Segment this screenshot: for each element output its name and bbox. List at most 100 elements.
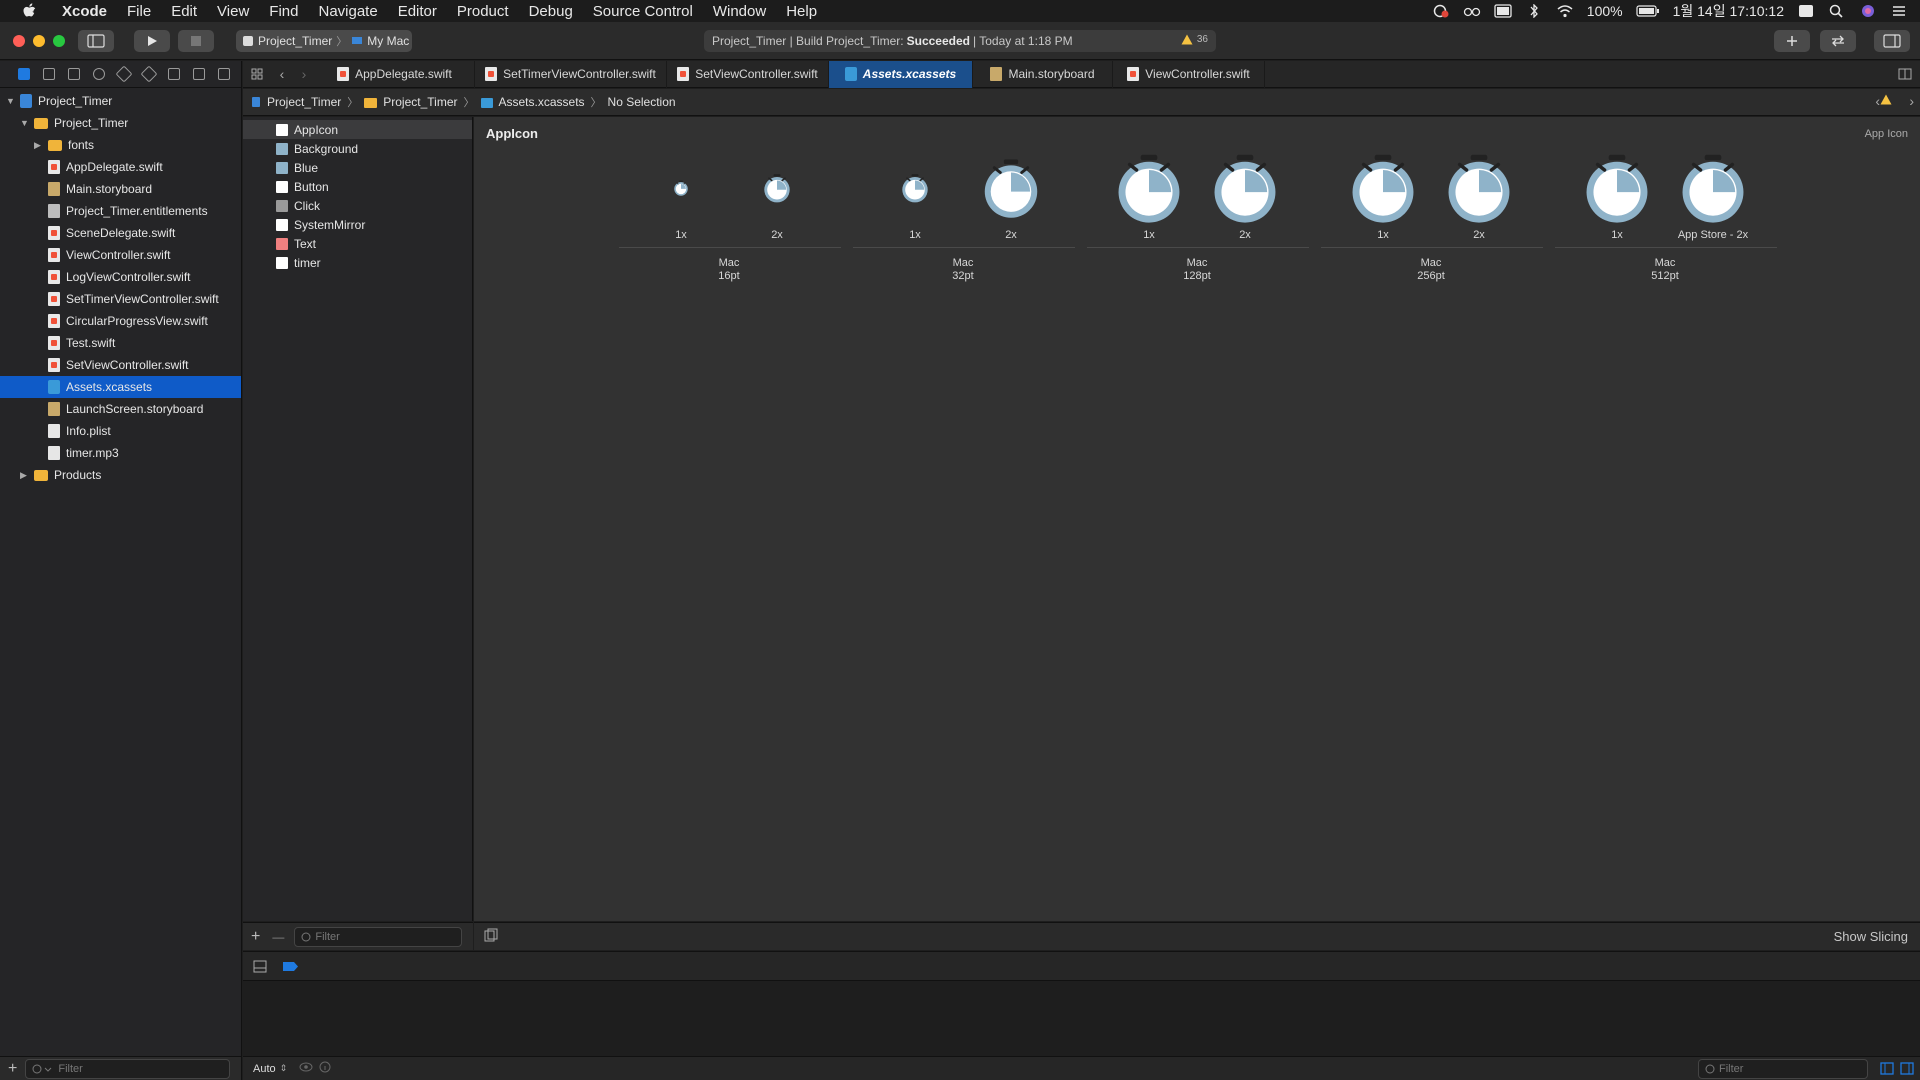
- editor-tab[interactable]: Main.storyboard: [973, 60, 1113, 88]
- display-icon[interactable]: [1494, 4, 1512, 18]
- asset-row[interactable]: Text: [243, 234, 472, 253]
- file-tree-row[interactable]: SceneDelegate.swift: [0, 222, 241, 244]
- source-control-icon[interactable]: [43, 68, 55, 80]
- file-tree-row[interactable]: SetTimerViewController.swift: [0, 288, 241, 310]
- timer-app-icon[interactable]: [980, 157, 1042, 219]
- timer-app-icon[interactable]: [1443, 152, 1515, 224]
- timer-app-icon[interactable]: [1581, 152, 1653, 224]
- menu-window[interactable]: Window: [703, 3, 776, 20]
- asset-row[interactable]: Button: [243, 177, 472, 196]
- asset-filter-field[interactable]: Filter: [294, 926, 463, 947]
- file-tree-row[interactable]: ▶ Products: [0, 464, 241, 486]
- show-console-view-icon[interactable]: [1900, 1062, 1914, 1078]
- editor-tab[interactable]: SetViewController.swift: [667, 60, 829, 88]
- toggle-attributes-icon[interactable]: [484, 928, 498, 945]
- wifi-icon[interactable]: [1556, 4, 1574, 18]
- control-center-icon[interactable]: [1890, 4, 1908, 18]
- timer-app-icon[interactable]: [1209, 152, 1281, 224]
- jumpbar-item-group[interactable]: Project_Timer: [383, 95, 457, 109]
- file-tree-row[interactable]: Main.storyboard: [0, 178, 241, 200]
- breakpoint-navigator-tag-icon[interactable]: [193, 68, 205, 80]
- scheme-selector[interactable]: Project_Timer 〉 My Mac: [236, 30, 412, 52]
- menu-source-control[interactable]: Source Control: [583, 3, 703, 20]
- grid-icon[interactable]: [243, 68, 271, 80]
- file-tree-row[interactable]: CircularProgressView.swift: [0, 310, 241, 332]
- symbol-navigator-icon[interactable]: [68, 68, 80, 80]
- library-button[interactable]: [1774, 30, 1810, 52]
- notification-icon[interactable]: [1432, 4, 1450, 18]
- eye-icon[interactable]: [299, 1062, 313, 1075]
- test-navigator-diamond-icon[interactable]: [140, 65, 158, 83]
- input-source-icon[interactable]: [1797, 4, 1815, 18]
- menu-app-name[interactable]: Xcode: [52, 3, 117, 20]
- next-issue-chevron-icon[interactable]: ›: [1909, 93, 1914, 109]
- disclosure-triangle-icon[interactable]: ▶: [20, 470, 30, 481]
- add-file-plus-icon[interactable]: +: [8, 1060, 17, 1078]
- glasses-icon[interactable]: [1463, 4, 1481, 18]
- jumpbar-item-project[interactable]: Project_Timer: [267, 95, 341, 109]
- hide-debug-area-icon[interactable]: [253, 960, 267, 976]
- spotlight-search-icon[interactable]: [1828, 4, 1846, 18]
- add-asset-button[interactable]: +: [251, 928, 260, 946]
- menu-view[interactable]: View: [207, 3, 259, 20]
- previous-issue-chevron-icon[interactable]: ‹: [1875, 93, 1880, 109]
- toggle-navigator-button[interactable]: [78, 30, 114, 52]
- warning-icon[interactable]: [1880, 94, 1892, 108]
- find-navigator-search-icon[interactable]: [93, 68, 105, 80]
- timer-app-icon[interactable]: [1347, 152, 1419, 224]
- menu-file[interactable]: File: [117, 3, 161, 20]
- project-navigator-folder-icon[interactable]: [18, 68, 30, 80]
- debug-navigator-icon[interactable]: [168, 68, 180, 80]
- editor-tab[interactable]: SetTimerViewController.swift: [475, 60, 667, 88]
- console-filter-field[interactable]: Filter: [1698, 1059, 1868, 1079]
- disclosure-triangle-icon[interactable]: ▼: [20, 118, 30, 128]
- file-tree-row[interactable]: ▼ Project_Timer: [0, 112, 241, 134]
- timer-app-icon[interactable]: [1113, 152, 1185, 224]
- editor-tab[interactable]: AppDelegate.swift: [315, 60, 475, 88]
- timer-app-icon[interactable]: [673, 180, 689, 196]
- clock[interactable]: 1월 14일 17:10:12: [1673, 1, 1784, 21]
- file-tree-row[interactable]: AppDelegate.swift: [0, 156, 241, 178]
- file-tree-row[interactable]: SetViewController.swift: [0, 354, 241, 376]
- issue-navigator-warning-icon[interactable]: [115, 65, 133, 83]
- battery-icon[interactable]: [1635, 4, 1660, 18]
- asset-row[interactable]: Click: [243, 196, 472, 215]
- file-tree-row[interactable]: LaunchScreen.storyboard: [0, 398, 241, 420]
- warning-indicator[interactable]: 36: [1181, 34, 1208, 45]
- file-tree-row[interactable]: Project_Timer.entitlements: [0, 200, 241, 222]
- asset-row[interactable]: Blue: [243, 158, 472, 177]
- zoom-window-button[interactable]: [53, 35, 65, 47]
- show-slicing-button[interactable]: Show Slicing: [1834, 929, 1908, 944]
- file-tree-row[interactable]: Test.swift: [0, 332, 241, 354]
- file-tree-row[interactable]: LogViewController.swift: [0, 266, 241, 288]
- breakpoints-toggle-icon[interactable]: [283, 961, 299, 975]
- bluetooth-icon[interactable]: [1525, 3, 1543, 19]
- info-icon[interactable]: [319, 1061, 331, 1076]
- menu-navigate[interactable]: Navigate: [308, 3, 387, 20]
- file-tree-row[interactable]: ViewController.swift: [0, 244, 241, 266]
- close-window-button[interactable]: [13, 35, 25, 47]
- file-tree-row[interactable]: ▼ Project_Timer: [0, 90, 241, 112]
- apple-menu-icon[interactable]: [18, 0, 40, 22]
- siri-icon[interactable]: [1859, 4, 1877, 18]
- toggle-inspector-button[interactable]: [1874, 30, 1910, 52]
- asset-row[interactable]: timer: [243, 253, 472, 272]
- editor-tab[interactable]: ViewController.swift: [1113, 60, 1265, 88]
- forward-chevron-icon[interactable]: ›: [293, 66, 315, 82]
- remove-asset-button[interactable]: —: [272, 930, 284, 944]
- timer-app-icon[interactable]: [900, 173, 930, 203]
- stop-button[interactable]: [178, 30, 214, 52]
- back-chevron-icon[interactable]: ‹: [271, 66, 293, 82]
- report-navigator-icon[interactable]: [218, 68, 230, 80]
- run-button[interactable]: [134, 30, 170, 52]
- disclosure-triangle-icon[interactable]: ▼: [6, 96, 16, 106]
- console-area[interactable]: [243, 982, 1920, 1056]
- menu-edit[interactable]: Edit: [161, 3, 207, 20]
- code-review-button[interactable]: [1820, 30, 1856, 52]
- minimize-window-button[interactable]: [33, 35, 45, 47]
- menu-find[interactable]: Find: [259, 3, 308, 20]
- asset-row[interactable]: AppIcon: [243, 120, 472, 139]
- timer-app-icon[interactable]: [1677, 152, 1749, 224]
- asset-row[interactable]: Background: [243, 139, 472, 158]
- menu-debug[interactable]: Debug: [519, 3, 583, 20]
